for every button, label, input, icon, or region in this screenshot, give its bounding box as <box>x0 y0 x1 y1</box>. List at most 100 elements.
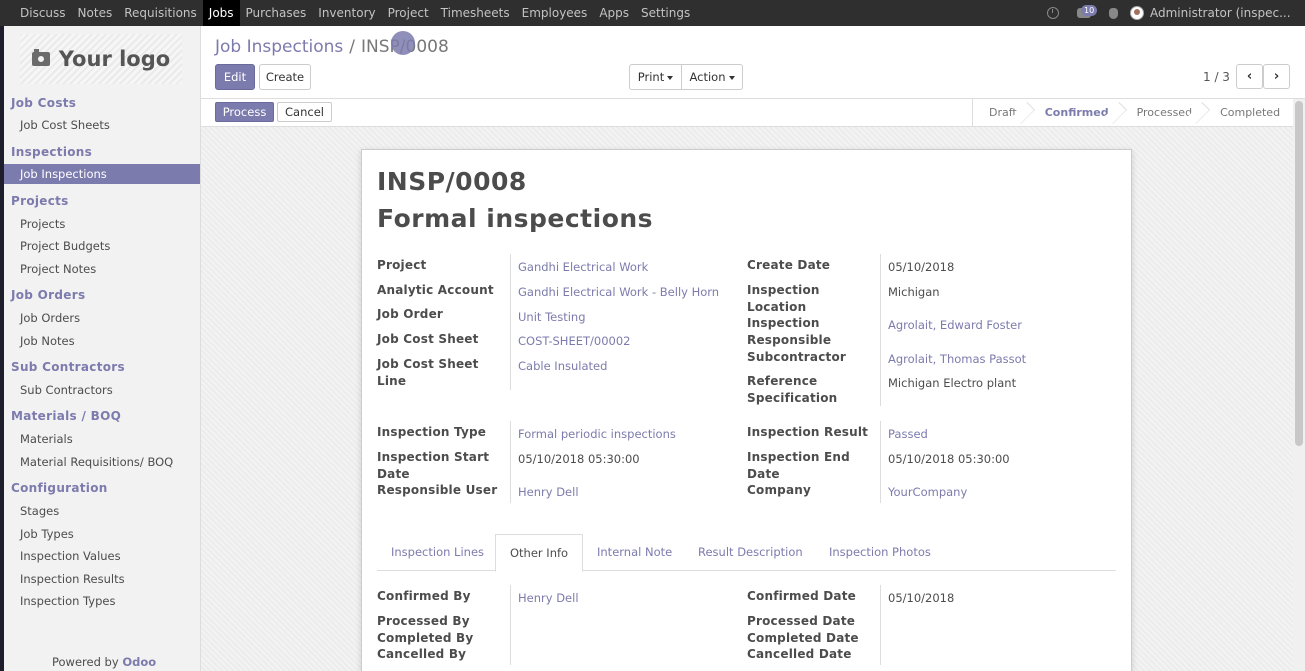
label-processed-by: Processed By <box>377 614 470 628</box>
menu-requisitions[interactable]: Requisitions <box>118 0 203 26</box>
field-analytic-account[interactable]: Gandhi Electrical Work - Belly Horn <box>518 284 719 301</box>
breadcrumb-parent[interactable]: Job Inspections <box>215 37 343 57</box>
sidebar-item-label: Job Inspections <box>20 167 107 181</box>
sidebar-item-project-budgets[interactable]: Project Budgets <box>20 239 110 253</box>
menu-employees[interactable]: Employees <box>516 0 594 26</box>
menu-settings[interactable]: Settings <box>635 0 696 26</box>
activity-clock-icon[interactable] <box>1047 7 1059 19</box>
scrollbar-thumb[interactable] <box>1295 101 1303 446</box>
print-dropdown[interactable]: Print <box>629 64 682 90</box>
menu-inventory[interactable]: Inventory <box>312 0 381 26</box>
menu-notes[interactable]: Notes <box>72 0 119 26</box>
sidebar-item-sub-contractors[interactable]: Sub Contractors <box>20 383 113 397</box>
tab-inspection-lines[interactable]: Inspection Lines <box>391 534 484 571</box>
odoo-link[interactable]: Odoo <box>122 655 156 669</box>
sidebar-edge <box>0 26 4 671</box>
sidebar-section-job-orders: Job Orders <box>11 288 86 302</box>
stage-processed[interactable]: Processed <box>1121 99 1204 127</box>
camera-icon <box>31 49 50 66</box>
label-job-order: Job Order <box>377 307 444 321</box>
stage-pipeline: Draft Confirmed Processed Completed <box>972 99 1292 127</box>
vertical-scrollbar[interactable] <box>1293 99 1305 671</box>
notebook-tabs: Inspection Lines Other Info Internal Not… <box>377 534 1116 572</box>
edit-button[interactable]: Edit <box>215 64 255 90</box>
action-label: Action <box>689 70 726 84</box>
menu-project[interactable]: Project <box>382 0 435 26</box>
main-menu: Discuss Notes Requisitions Jobs Purchase… <box>14 0 696 26</box>
tab-inspection-photos[interactable]: Inspection Photos <box>829 534 931 571</box>
field-reference-specification[interactable]: Michigan Electro plant <box>888 375 1016 392</box>
sidebar-item-inspection-values[interactable]: Inspection Values <box>20 549 121 563</box>
group-divider <box>880 585 881 665</box>
label-completed-date: Completed Date <box>747 631 859 645</box>
menu-discuss[interactable]: Discuss <box>14 0 72 26</box>
sidebar-item-inspection-types[interactable]: Inspection Types <box>20 594 115 608</box>
sidebar-item-job-orders[interactable]: Job Orders <box>20 311 80 325</box>
group-divider <box>510 585 511 665</box>
sidebar-item-job-cost-sheets[interactable]: Job Cost Sheets <box>20 118 110 132</box>
sidebar-section-materials-boq: Materials / BOQ <box>11 409 122 423</box>
label-cancelled-date: Cancelled Date <box>747 647 852 661</box>
label-processed-date: Processed Date <box>747 614 856 628</box>
tab-internal-note[interactable]: Internal Note <box>597 534 672 571</box>
label-subcontractor: Subcontractor <box>747 350 847 364</box>
process-button[interactable]: Process <box>215 102 274 122</box>
sidebar-item-project-notes[interactable]: Project Notes <box>20 262 96 276</box>
message-count-badge: 10 <box>1081 5 1098 16</box>
action-dropdown[interactable]: Action <box>681 64 743 90</box>
sidebar-item-projects[interactable]: Projects <box>20 217 65 231</box>
field-responsible-user[interactable]: Henry Dell <box>518 484 579 501</box>
field-job-cost-sheet-line[interactable]: Cable Insulated <box>518 358 607 375</box>
sidebar-item-stages[interactable]: Stages <box>20 504 59 518</box>
create-button[interactable]: Create <box>259 64 311 90</box>
chevron-right-icon: › <box>1273 69 1280 84</box>
powered-by-prefix: Powered by <box>52 655 119 669</box>
sidebar-section-inspections: Inspections <box>11 145 93 159</box>
sidebar-item-job-types[interactable]: Job Types <box>20 527 74 541</box>
label-reference-specification: Reference Specification <box>747 374 838 405</box>
sidebar-section-configuration: Configuration <box>11 481 108 495</box>
field-inspection-start-date[interactable]: 05/10/2018 05:30:00 <box>518 451 640 468</box>
menu-timesheets[interactable]: Timesheets <box>435 0 516 26</box>
sidebar-item-job-notes[interactable]: Job Notes <box>20 334 75 348</box>
field-job-cost-sheet[interactable]: COST-SHEET/00002 <box>518 333 630 350</box>
stage-confirmed[interactable]: Confirmed <box>1029 99 1121 127</box>
stage-completed[interactable]: Completed <box>1204 99 1292 127</box>
field-inspection-type[interactable]: Formal periodic inspections <box>518 426 676 443</box>
stage-draft[interactable]: Draft <box>973 99 1029 127</box>
field-confirmed-by[interactable]: Henry Dell <box>518 590 579 607</box>
sidebar-item-job-inspections[interactable]: Job Inspections <box>4 164 200 184</box>
field-subcontractor[interactable]: Agrolait, Thomas Passot <box>888 351 1026 368</box>
menu-jobs[interactable]: Jobs <box>202 0 240 26</box>
field-confirmed-date[interactable]: 05/10/2018 <box>888 590 954 607</box>
menu-apps[interactable]: Apps <box>593 0 635 26</box>
field-job-order[interactable]: Unit Testing <box>518 309 586 326</box>
sidebar-section-job-costs: Job Costs <box>11 96 77 110</box>
tab-result-description[interactable]: Result Description <box>698 534 803 571</box>
sidebar-item-materials[interactable]: Materials <box>20 432 73 446</box>
caret-down-icon <box>728 75 735 80</box>
debug-bug-icon[interactable] <box>1109 7 1118 19</box>
label-confirmed-date: Confirmed Date <box>747 589 856 603</box>
user-menu[interactable]: Administrator (inspec... <box>1150 6 1305 20</box>
sidebar-item-inspection-results[interactable]: Inspection Results <box>20 572 125 586</box>
cancel-button[interactable]: Cancel <box>277 102 332 122</box>
label-inspection-start-date: Inspection Start Date <box>377 450 490 481</box>
field-inspection-result[interactable]: Passed <box>888 426 928 443</box>
user-avatar[interactable] <box>1130 6 1144 20</box>
field-inspection-end-date[interactable]: 05/10/2018 05:30:00 <box>888 451 1010 468</box>
field-create-date[interactable]: 05/10/2018 <box>888 259 954 276</box>
field-inspection-responsible[interactable]: Agrolait, Edward Foster <box>888 317 1022 334</box>
sidebar-item-material-requisitions[interactable]: Material Requisitions/ BOQ <box>20 455 173 469</box>
pager-previous-button[interactable]: ‹ <box>1236 64 1263 89</box>
pager-value[interactable]: 1 / 3 <box>1203 70 1230 84</box>
field-company[interactable]: YourCompany <box>888 484 967 501</box>
field-inspection-location[interactable]: Michigan <box>888 284 940 301</box>
menu-purchases[interactable]: Purchases <box>240 0 313 26</box>
field-project[interactable]: Gandhi Electrical Work <box>518 259 648 276</box>
pager-next-button[interactable]: › <box>1263 64 1290 89</box>
form-statusbar: Process Cancel Draft Confirmed Processed… <box>201 99 1293 127</box>
tab-other-info[interactable]: Other Info <box>495 534 584 572</box>
label-job-cost-sheet: Job Cost Sheet <box>377 332 479 346</box>
messages-chat-icon[interactable]: 10 <box>1077 5 1098 18</box>
